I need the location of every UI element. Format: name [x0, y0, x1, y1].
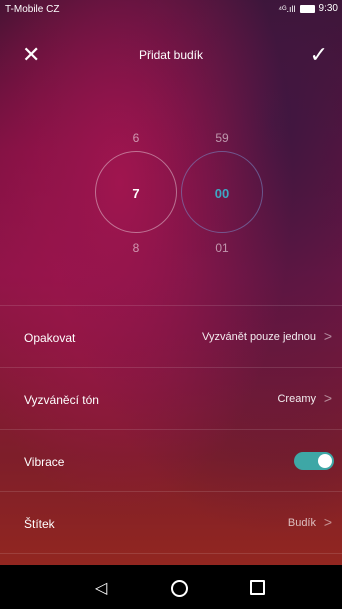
- signal-icon: ⁴ᴳ.ıll: [278, 3, 296, 14]
- minute-selected[interactable]: 00: [182, 186, 262, 201]
- minute-previous[interactable]: 59: [202, 131, 242, 145]
- battery-icon: [299, 4, 315, 13]
- carrier-name: T-Mobile CZ: [5, 4, 60, 15]
- status-indicators: ⁴ᴳ.ıll 9:30: [278, 3, 338, 14]
- toggle-knob: [318, 454, 332, 468]
- tag-label: Štítek: [24, 517, 55, 531]
- chevron-right-icon: >: [323, 514, 332, 530]
- chevron-right-icon: >: [323, 390, 332, 406]
- check-icon[interactable]: ✓: [310, 44, 328, 66]
- repeat-label: Opakovat: [24, 331, 76, 345]
- tag-row[interactable]: Štítek Budík >: [0, 491, 342, 553]
- recent-apps-icon[interactable]: [250, 580, 265, 595]
- chevron-right-icon: >: [323, 328, 332, 344]
- tag-value: Budík: [287, 517, 316, 529]
- home-icon[interactable]: [171, 580, 188, 597]
- hour-selected[interactable]: 7: [96, 186, 176, 201]
- vibrate-label: Vibrace: [24, 455, 65, 469]
- status-bar: T-Mobile CZ ⁴ᴳ.ıll 9:30: [0, 0, 342, 18]
- ringtone-label: Vyzváněcí tón: [24, 393, 99, 407]
- hour-previous[interactable]: 6: [116, 131, 156, 145]
- vibrate-toggle[interactable]: [294, 452, 334, 470]
- clock: 9:30: [318, 3, 338, 14]
- back-icon[interactable]: ◁: [95, 578, 107, 598]
- hour-next[interactable]: 8: [116, 241, 156, 255]
- ringtone-value: Creamy: [277, 393, 316, 405]
- settings-list: Opakovat Vyzvánět pouze jednou > Vyzváně…: [0, 305, 342, 564]
- repeat-value: Vyzvánět pouze jednou: [202, 331, 316, 343]
- vibrate-row: Vibrace: [0, 429, 342, 491]
- page-title: Přidat budík: [138, 48, 204, 62]
- navigation-bar: ◁: [0, 565, 342, 609]
- minute-next[interactable]: 01: [202, 241, 242, 255]
- repeat-row[interactable]: Opakovat Vyzvánět pouze jednou >: [0, 305, 342, 367]
- ringtone-row[interactable]: Vyzváněcí tón Creamy >: [0, 367, 342, 429]
- title-bar: ✕ Přidat budík ✓: [0, 40, 342, 74]
- divider: [0, 553, 342, 564]
